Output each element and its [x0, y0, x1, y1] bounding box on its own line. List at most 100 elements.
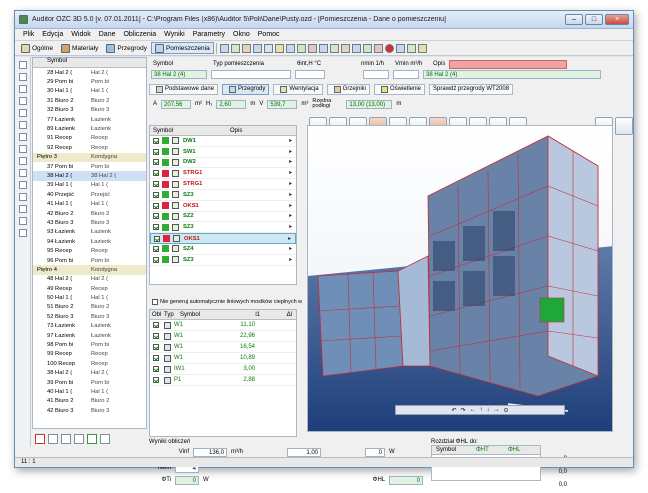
bridge-checkbox[interactable] — [153, 333, 159, 339]
tool-icon[interactable] — [230, 43, 240, 53]
mostki-checkbox[interactable] — [152, 299, 158, 305]
bridge-row[interactable]: IW1 3,00 — [150, 364, 296, 375]
copy-icon[interactable] — [18, 181, 27, 189]
expand-arrow-icon[interactable]: ▸ — [289, 224, 292, 230]
partition-row[interactable]: SW1 ▸ — [150, 147, 296, 158]
nmin-field[interactable] — [363, 69, 389, 79]
opis-input-top[interactable] — [449, 59, 568, 69]
tool-icon[interactable] — [285, 43, 295, 53]
tool-icon[interactable] — [263, 43, 273, 53]
tool-icon[interactable] — [18, 97, 27, 105]
bridge-checkbox[interactable] — [153, 355, 159, 361]
tool-icon[interactable] — [340, 43, 350, 53]
tree-room-row[interactable]: 91 Recep Recep — [33, 134, 146, 143]
bridge-row[interactable]: W1 16,54 — [150, 342, 296, 353]
tree-room-row[interactable]: 95 Recep Recep — [33, 246, 146, 255]
tree-room-row[interactable]: 40 Przejść Przejść — [33, 190, 146, 199]
partition-row[interactable]: SZ2 ▸ — [150, 212, 296, 223]
partition-checkbox[interactable] — [153, 202, 159, 209]
partition-checkbox[interactable] — [153, 245, 159, 252]
tree-room-row[interactable]: 41 Biuro 2 Biuro 2 — [33, 397, 146, 406]
menu-item[interactable]: Plik — [19, 31, 38, 38]
tool-icon[interactable] — [406, 43, 416, 53]
tool-icon[interactable] — [274, 43, 284, 53]
expand-arrow-icon[interactable]: ▸ — [289, 181, 292, 187]
tree-room-row[interactable]: 40 Hal 1 (Hal 1 ( — [33, 387, 146, 396]
area-field[interactable]: 207,56 — [161, 99, 192, 109]
bridge-checkbox[interactable] — [153, 366, 159, 372]
partition-checkbox[interactable] — [153, 256, 159, 263]
open-icon[interactable] — [18, 73, 27, 81]
tree-room-row[interactable]: 49 Recep Recep — [33, 284, 146, 293]
delete-icon[interactable] — [35, 434, 45, 444]
arrow-left-icon[interactable]: ← — [470, 407, 476, 413]
partition-row[interactable]: STRG1 ▸ — [150, 179, 296, 190]
tree-room-row[interactable]: 93 Łazienk Łazienk — [33, 228, 146, 237]
rotate-right-icon[interactable]: ↷ — [460, 407, 465, 414]
menu-item[interactable]: Parametry — [189, 31, 229, 38]
tool-icon[interactable] — [18, 121, 27, 129]
save-icon[interactable] — [18, 85, 27, 93]
partition-row[interactable]: OKS1 ▸ — [150, 201, 296, 212]
tree-room-row[interactable]: 98 Pom bi Pom bi — [33, 340, 146, 349]
help-icon[interactable] — [384, 43, 394, 53]
partition-checkbox[interactable] — [154, 235, 160, 242]
maximize-button[interactable]: □ — [585, 14, 603, 25]
tab-1[interactable]: Przegrody — [222, 83, 270, 95]
tool-icon[interactable] — [417, 43, 427, 53]
tab-5[interactable]: Sprawdź przegrody WT2008 — [429, 83, 514, 95]
tree-room-row[interactable]: 94 Łazienk Łazienk — [33, 237, 146, 246]
partition-row[interactable]: OKS1 ▸ — [150, 233, 296, 244]
tree-room-row[interactable]: 48 Hal 2 (Hal 2 ( — [33, 275, 146, 284]
opis-field[interactable]: 38 Hal 2 (4) — [423, 69, 601, 79]
tree-floor-row[interactable]: Piętro 3 Kondygna — [33, 152, 146, 162]
tree-room-row[interactable]: 77 Łazienk Łazienk — [33, 115, 146, 124]
tool-icon[interactable] — [351, 43, 361, 53]
tree-room-row[interactable]: 89 Łazienk Łazienk — [33, 124, 146, 133]
tree-room-row[interactable]: 39 Pom bi Pom bi — [33, 378, 146, 387]
tree-room-row[interactable]: 32 Biuro 3 Biuro 3 — [33, 106, 146, 115]
tab-3[interactable]: Grzejniki — [326, 83, 370, 95]
tool-icon[interactable] — [362, 43, 372, 53]
zoom-icon[interactable]: ⊙ — [504, 407, 509, 414]
bridge-row[interactable]: W1 22,96 — [150, 331, 296, 342]
tool-icon[interactable] — [373, 43, 383, 53]
tree-room-row[interactable]: 73 Łazienk Łazienk — [33, 322, 146, 331]
bridge-row[interactable]: P1 2,88 — [150, 375, 296, 386]
tree-room-row[interactable]: 31 Biuro 2 Biuro 2 — [33, 96, 146, 105]
partition-row[interactable]: DW2 ▸ — [150, 158, 296, 169]
tab-4[interactable]: Oświetlenie — [374, 83, 426, 95]
menu-item[interactable]: Wyniki — [160, 31, 189, 38]
tree-room-row[interactable]: 92 Recep Recep — [33, 143, 146, 152]
tree-room-row[interactable]: 50 Hal 1 (Hal 1 ( — [33, 293, 146, 302]
height-field[interactable]: 2,60 — [216, 99, 247, 109]
expand-arrow-icon[interactable]: ▸ — [288, 236, 291, 242]
bridge-checkbox[interactable] — [153, 322, 159, 328]
przegrody-button[interactable]: Przegrody — [102, 42, 151, 54]
tab-0[interactable]: Podstawowe dane — [149, 83, 219, 95]
tab-2[interactable]: Wentylacja — [273, 83, 323, 95]
new-icon[interactable] — [18, 61, 27, 69]
expand-arrow-icon[interactable]: ▸ — [289, 170, 292, 176]
tree-room-row[interactable]: 28 Hal 2 (Hal 2 ( — [33, 68, 146, 77]
close-button[interactable]: × — [605, 14, 629, 25]
partition-row[interactable]: SZ3 ▸ — [150, 222, 296, 234]
tool-icon[interactable] — [329, 43, 339, 53]
tool-icon[interactable] — [307, 43, 317, 53]
bridge-row[interactable]: W1 11,10 — [150, 320, 296, 331]
tool-icon[interactable] — [395, 43, 405, 53]
tree-room-row[interactable]: 52 Biuro 3 Biuro 3 — [33, 312, 146, 321]
tree-room-row[interactable]: 38 Hal 2 (38 Hal 2 ( — [33, 171, 146, 181]
tree-room-row[interactable]: 96 Pom bi Pom bi — [33, 256, 146, 265]
tree-room-row[interactable]: 97 Łazienk Łazienk — [33, 331, 146, 340]
tool-icon[interactable] — [219, 43, 229, 53]
tool-icon[interactable] — [296, 43, 306, 53]
partition-row[interactable]: SZ4 ▸ — [150, 244, 296, 255]
building-3d-view[interactable] — [307, 125, 613, 432]
bridge-row[interactable]: W1 10,89 — [150, 353, 296, 364]
tree-room-row[interactable]: 43 Biuro 3 Biuro 3 — [33, 218, 146, 227]
expand-arrow-icon[interactable]: ▸ — [289, 159, 292, 165]
tree-room-row[interactable]: 100 Recep Recep — [33, 359, 146, 368]
partition-checkbox[interactable] — [153, 213, 159, 220]
tool-icon[interactable] — [252, 43, 262, 53]
